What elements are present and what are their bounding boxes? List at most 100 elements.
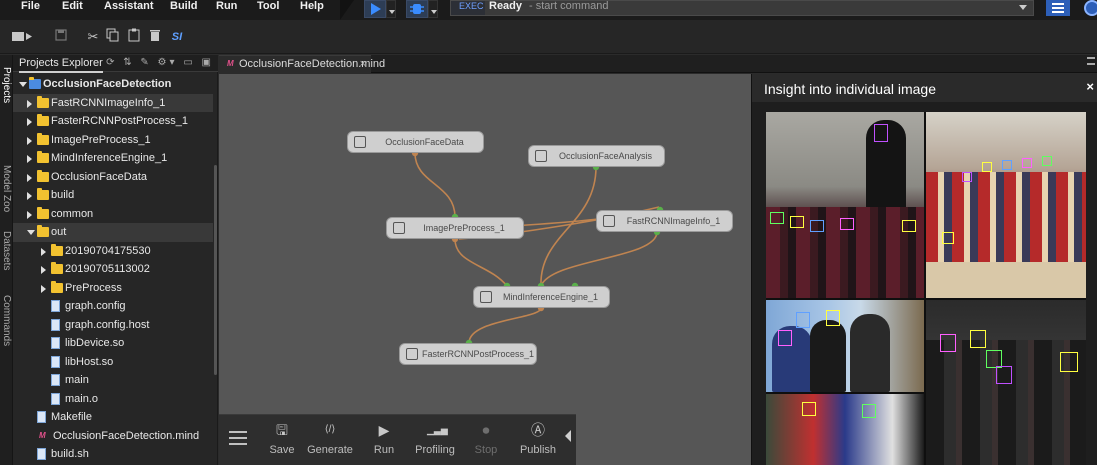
save-icon[interactable] bbox=[52, 28, 70, 46]
tree-item[interactable]: build.sh bbox=[13, 445, 213, 464]
tree-item[interactable]: common bbox=[13, 205, 213, 224]
bars-icon: ▁▃▅ bbox=[427, 425, 448, 435]
tree-item[interactable]: build bbox=[13, 186, 213, 205]
chevron-right-icon[interactable] bbox=[41, 284, 46, 293]
chevron-right-icon[interactable] bbox=[27, 118, 32, 126]
chevron-down-icon[interactable] bbox=[19, 82, 27, 87]
play-icon bbox=[371, 3, 381, 15]
run-dropdown[interactable] bbox=[386, 0, 396, 18]
graph-node-mind[interactable]: MindInferenceEngine_1 bbox=[473, 286, 610, 308]
chevron-right-icon[interactable] bbox=[41, 266, 46, 274]
chevron-down-icon[interactable] bbox=[27, 230, 35, 235]
tree-item-label: OcclusionFaceDetection.mind bbox=[53, 429, 200, 442]
run-button[interactable] bbox=[364, 0, 386, 18]
tree-item[interactable]: M OcclusionFaceDetection.mind bbox=[13, 427, 213, 446]
graph-edge bbox=[414, 152, 456, 218]
tree-item[interactable]: MindInferenceEngine_1 bbox=[13, 149, 213, 168]
tree-item[interactable]: ImagePreProcess_1 bbox=[13, 131, 213, 150]
tree-item[interactable]: 20190704175530 bbox=[13, 242, 213, 261]
tabs-menu-icon[interactable] bbox=[1087, 57, 1095, 65]
chevron-down-icon[interactable] bbox=[1019, 5, 1027, 10]
car-icon bbox=[406, 348, 418, 360]
graph-node-data[interactable]: OcclusionFaceData bbox=[347, 131, 484, 153]
close-icon[interactable]: × bbox=[1086, 79, 1094, 94]
tree-item[interactable]: 20190705113002 bbox=[13, 260, 213, 279]
menu-run[interactable]: Run bbox=[216, 0, 237, 20]
deploy-icon[interactable] bbox=[10, 28, 34, 46]
chevron-right-icon[interactable] bbox=[27, 210, 32, 219]
tree-item[interactable]: libHost.so bbox=[13, 353, 213, 372]
palette-button-label: Publish bbox=[519, 444, 557, 456]
tree-item[interactable]: Makefile bbox=[13, 408, 213, 427]
close-icon[interactable]: × bbox=[360, 56, 366, 72]
graph-canvas[interactable]: OcclusionFaceData OcclusionFaceAnalysis Im… bbox=[219, 74, 751, 465]
tree-item[interactable]: FasterRCNNPostProcess_1 bbox=[13, 112, 213, 131]
file-icon bbox=[37, 448, 46, 460]
user-avatar-button[interactable] bbox=[1084, 0, 1097, 16]
play-icon: ▶ bbox=[378, 422, 390, 438]
chevron-right-icon[interactable] bbox=[41, 247, 46, 256]
graph-node-post[interactable]: FasterRCNNPostProcess_1 bbox=[399, 343, 537, 365]
tree-item[interactable]: libDevice.so bbox=[13, 334, 213, 353]
palette-button-label: Stop bbox=[474, 444, 498, 456]
save-button[interactable]: 🖫 Save bbox=[259, 421, 305, 463]
file-icon bbox=[37, 411, 46, 423]
tree-item-label: libDevice.so bbox=[65, 337, 125, 349]
detection-photo-3 bbox=[766, 300, 924, 392]
chevron-right-icon[interactable] bbox=[27, 136, 32, 145]
copy-icon[interactable] bbox=[104, 28, 122, 46]
side-tab-projects[interactable]: Projects bbox=[0, 67, 13, 123]
tree-item-label: PreProcess bbox=[65, 281, 122, 294]
side-tab-model-zoo[interactable]: Model Zoo bbox=[0, 165, 13, 225]
tree-item[interactable]: main.o bbox=[13, 390, 213, 409]
graph-node-info[interactable]: FastRCNNImageInfo_1 bbox=[596, 210, 733, 232]
generate-button[interactable]: ⟨/⟩ Generate bbox=[307, 421, 353, 463]
file-icon bbox=[51, 392, 60, 405]
tree-item[interactable]: OcclusionFaceData bbox=[13, 168, 213, 187]
menu-build[interactable]: Build bbox=[170, 0, 198, 20]
save-icon: 🖫 bbox=[276, 422, 288, 438]
command-bar[interactable]: EXEC Ready - start command bbox=[450, 0, 1034, 16]
tab-occlusion-face-detection[interactable]: M OcclusionFaceDetection.mind × bbox=[219, 55, 385, 73]
tree-item[interactable]: PreProcess bbox=[13, 279, 213, 298]
menu-file[interactable]: File bbox=[21, 0, 40, 20]
publish-button[interactable]: Ⓐ Publish bbox=[515, 421, 561, 463]
paste-icon[interactable] bbox=[125, 28, 143, 46]
collapse-palette-icon[interactable] bbox=[565, 430, 571, 442]
chevron-right-icon[interactable] bbox=[27, 155, 32, 163]
list-view-button[interactable] bbox=[1046, 0, 1070, 16]
explorer-title[interactable]: Projects Explorer bbox=[19, 57, 103, 73]
chevron-right-icon[interactable] bbox=[27, 173, 32, 182]
tree-item[interactable]: OcclusionFaceDetection bbox=[13, 75, 213, 94]
menu-tool[interactable]: Tool bbox=[257, 0, 279, 20]
debug-button[interactable] bbox=[406, 0, 428, 18]
scrollbar[interactable] bbox=[214, 165, 217, 375]
delete-icon[interactable] bbox=[146, 28, 164, 46]
tree-item[interactable]: main bbox=[13, 371, 213, 390]
menubar: File Edit Assistant Build Run Tool Help … bbox=[0, 0, 1097, 20]
robot-icon bbox=[535, 150, 547, 162]
profiling-button[interactable]: ▁▃▅ Profiling bbox=[412, 421, 458, 463]
tree-item[interactable]: graph.config bbox=[13, 297, 213, 316]
graph-node-pre[interactable]: ImagePreProcess_1 bbox=[386, 217, 524, 239]
side-tab-commands[interactable]: Commands bbox=[0, 295, 13, 355]
graph-node-analysis[interactable]: OcclusionFaceAnalysis bbox=[528, 145, 665, 167]
file-icon bbox=[51, 355, 60, 368]
chevron-right-icon[interactable] bbox=[27, 99, 32, 108]
si-icon[interactable]: SI bbox=[168, 28, 186, 46]
graph-node-label: FastRCNNImageInfo_1 bbox=[626, 216, 721, 226]
explorer-actions[interactable]: ⟳ ⇅ ✎ ⚙▾ ▭ ▣ bbox=[106, 57, 214, 68]
chevron-right-icon[interactable] bbox=[27, 192, 32, 200]
tree-item[interactable]: out bbox=[13, 223, 213, 242]
menu-assistant[interactable]: Assistant bbox=[104, 0, 154, 20]
tree-item[interactable]: FastRCNNImageInfo_1 bbox=[13, 93, 213, 112]
run-button[interactable]: ▶ Run bbox=[361, 421, 407, 463]
tree-item[interactable]: graph.config.host bbox=[13, 316, 213, 335]
menu-icon[interactable] bbox=[229, 431, 247, 447]
cut-icon[interactable]: ✂ bbox=[84, 28, 102, 46]
menu-help[interactable]: Help bbox=[300, 0, 324, 20]
menu-edit[interactable]: Edit bbox=[62, 0, 83, 20]
debug-dropdown[interactable] bbox=[428, 0, 438, 18]
side-tab-datasets[interactable]: Datasets bbox=[0, 231, 13, 281]
stop-button[interactable]: ⏺ Stop bbox=[463, 421, 509, 463]
